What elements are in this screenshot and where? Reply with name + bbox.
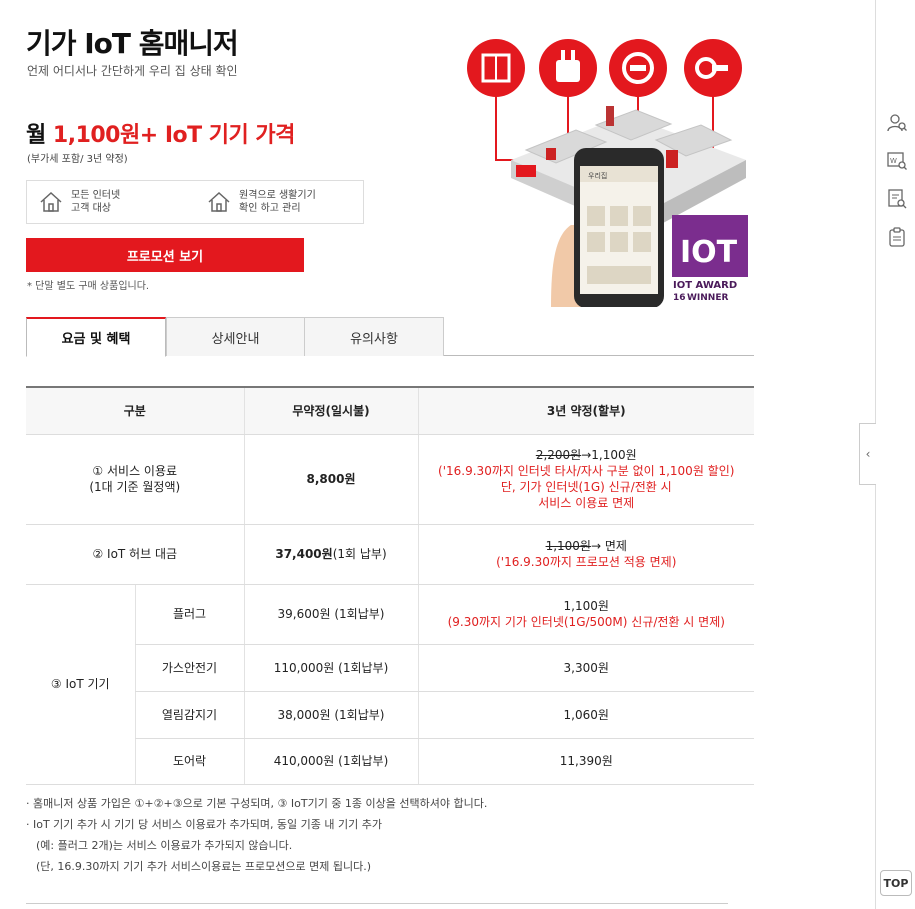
row-category: ③ IoT 기기 [26,584,135,785]
page-subtitle: 언제 어디서나 간단하게 우리 집 상태 확인 [27,64,238,78]
device-name: 가스안전기 [134,644,244,692]
note-item: · IoT 기기 추가 시 기기 당 서비스 이용료가 추가되며, 동일 기종 … [26,818,382,831]
contract-price: 11,390원 [417,738,754,785]
no-contract-price: 38,000원 (1회납부) [243,691,418,739]
note-item: · 홈매니저 상품 가입은 ①+②+③으로 기본 구성되며, ③ IoT기기 중… [26,797,488,810]
hero-illustration: 우리집 IOT IOT AWARD 16 WINNER [456,10,756,307]
row-category: ② IoT 허브 대금 [26,524,244,585]
notes-list: · 홈매니저 상품 가입은 ①+②+③으로 기본 구성되며, ③ IoT기기 중… [26,793,487,877]
table-header-row: 구분 무약정(일시불) 3년 약정(할부) [26,386,754,435]
promo-note: ('16.9.30까지 인터넷 타사/자사 구분 없이 1,100원 할인) [438,464,735,478]
column-header: 무약정(일시불) [243,386,418,435]
no-contract-price: 410,000원 (1회납부) [243,738,418,785]
clipboard-icon[interactable] [887,227,907,247]
home-icon [40,191,62,212]
home-icon [208,191,230,212]
promo-note: (9.30까지 기가 인터넷(1G/500M) 신규/전환 시 면제) [447,615,725,629]
benefit-line: 원격으로 생활기기 [239,190,316,201]
table-row: ② IoT 허브 대금 37,400원(1회 납부) 1,100원→ 면제 ('… [26,524,754,585]
benefit-line: 모든 인터넷 [71,190,121,201]
award-subtitle: WINNER [687,293,728,303]
price-note: (부가세 포함/ 3년 약정) [27,154,128,165]
svg-text:W: W [890,157,897,165]
award-title: IOT AWARD [673,280,737,291]
contract-price: 3,300원 [417,644,754,692]
table-row: ① 서비스 이용료 (1대 기준 월정액) 8,800원 2,200원→1,100… [26,434,754,525]
table-row: 가스안전기 110,000원 (1회납부) 3,300원 [26,644,754,692]
price-value: 1,100원+ IoT 기기 가격 [52,123,296,148]
promo-note: 단, 기가 인터넷(1G) 신규/전환 시 [500,480,672,494]
device-note: * 단말 별도 구매 상품입니다. [27,281,150,292]
column-header: 구분 [26,386,244,435]
table-row: 도어락 410,000원 (1회납부) 11,390원 [26,738,754,785]
new-price: → 면제 [590,539,627,553]
rail-toggle-button[interactable]: ‹ [859,423,876,485]
tab-bar: 요금 및 혜택 상세안내 유의사항 [26,317,754,357]
page-title: 기가 IoT 홈매니저 [26,27,239,60]
chevron-left-icon: ‹ [865,447,871,461]
tab-notices[interactable]: 유의사항 [304,317,444,356]
contract-price: 1,060원 [417,691,754,739]
benefit-line: 고객 대상 [71,203,111,214]
new-price: →1,100원 [581,448,637,462]
device-name: 플러그 [134,584,244,645]
benefit-line: 확인 하고 관리 [239,203,301,214]
benefit-box: 모든 인터넷고객 대상 원격으로 생활기기확인 하고 관리 [26,180,364,224]
tab-rates-benefits[interactable]: 요금 및 혜택 [26,317,166,357]
old-price: 1,100원 [545,539,591,553]
scroll-top-button[interactable]: TOP [880,870,912,896]
award-year: 16 [673,293,686,303]
contract-price: 1,100원 (9.30까지 기가 인터넷(1G/500M) 신규/전환 시 면… [417,584,754,645]
benefit-item: 모든 인터넷고객 대상 [27,189,195,215]
price-prefix: 월 [26,123,53,148]
device-name: 도어락 [134,738,244,785]
no-contract-price: 37,400원(1회 납부) [243,524,418,585]
promo-note: ('16.9.30까지 프로모션 적용 면제) [496,555,677,569]
doc-search-icon[interactable] [887,189,907,209]
bottom-divider [26,903,728,909]
note-item: (예: 플러그 2개)는 서비스 이용료가 추가되지 않습니다. [36,839,293,852]
no-contract-price: 39,600원 (1회납부) [243,584,418,645]
note-item: (단, 16.9.30까지 기기 추가 서비스이용료는 프로모션으로 면제 됩니… [36,860,372,873]
price-summary: 월 1,100원+ IoT 기기 가격 [26,117,295,149]
contract-price: 1,100원→ 면제 ('16.9.30까지 프로모션 적용 면제) [417,524,754,585]
product-page: 기가 IoT 홈매니저 언제 어디서나 간단하게 우리 집 상태 확인 월 1,… [0,0,875,909]
no-contract-price: 110,000원 (1회납부) [243,644,418,692]
table-row: ③ IoT 기기 플러그 39,600원 (1회납부) 1,100원 (9.30… [26,584,754,785]
right-rail: W [875,0,915,909]
row-category: ① 서비스 이용료 (1대 기준 월정액) [26,434,244,525]
table-row: 열림감지기 38,000원 (1회납부) 1,060원 [26,691,754,739]
new-price: 1,100원 [563,599,609,613]
old-price: 2,200원 [535,448,582,462]
device-name: 열림감지기 [134,691,244,739]
tab-details[interactable]: 상세안내 [166,317,305,356]
promo-note: 서비스 이용료 면제 [538,496,635,510]
smart-home-image: 우리집 IOT IOT AWARD 16 WINNER [467,39,748,307]
phone-title: 우리집 [588,171,607,180]
benefit-item: 원격으로 생활기기확인 하고 관리 [195,189,363,215]
column-header: 3년 약정(할부) [417,386,754,435]
contract-price: 2,200원→1,100원 ('16.9.30까지 인터넷 타사/자사 구분 없… [417,434,754,525]
user-search-icon[interactable] [887,113,907,133]
web-search-icon[interactable]: W [887,151,907,171]
award-badge-text: IOT [680,235,738,270]
promotion-button[interactable]: 프로모션 보기 [26,238,304,272]
no-contract-price: 8,800원 [243,434,418,525]
rate-table: 구분 무약정(일시불) 3년 약정(할부) ① 서비스 이용료 (1대 기준 월정… [26,386,754,785]
